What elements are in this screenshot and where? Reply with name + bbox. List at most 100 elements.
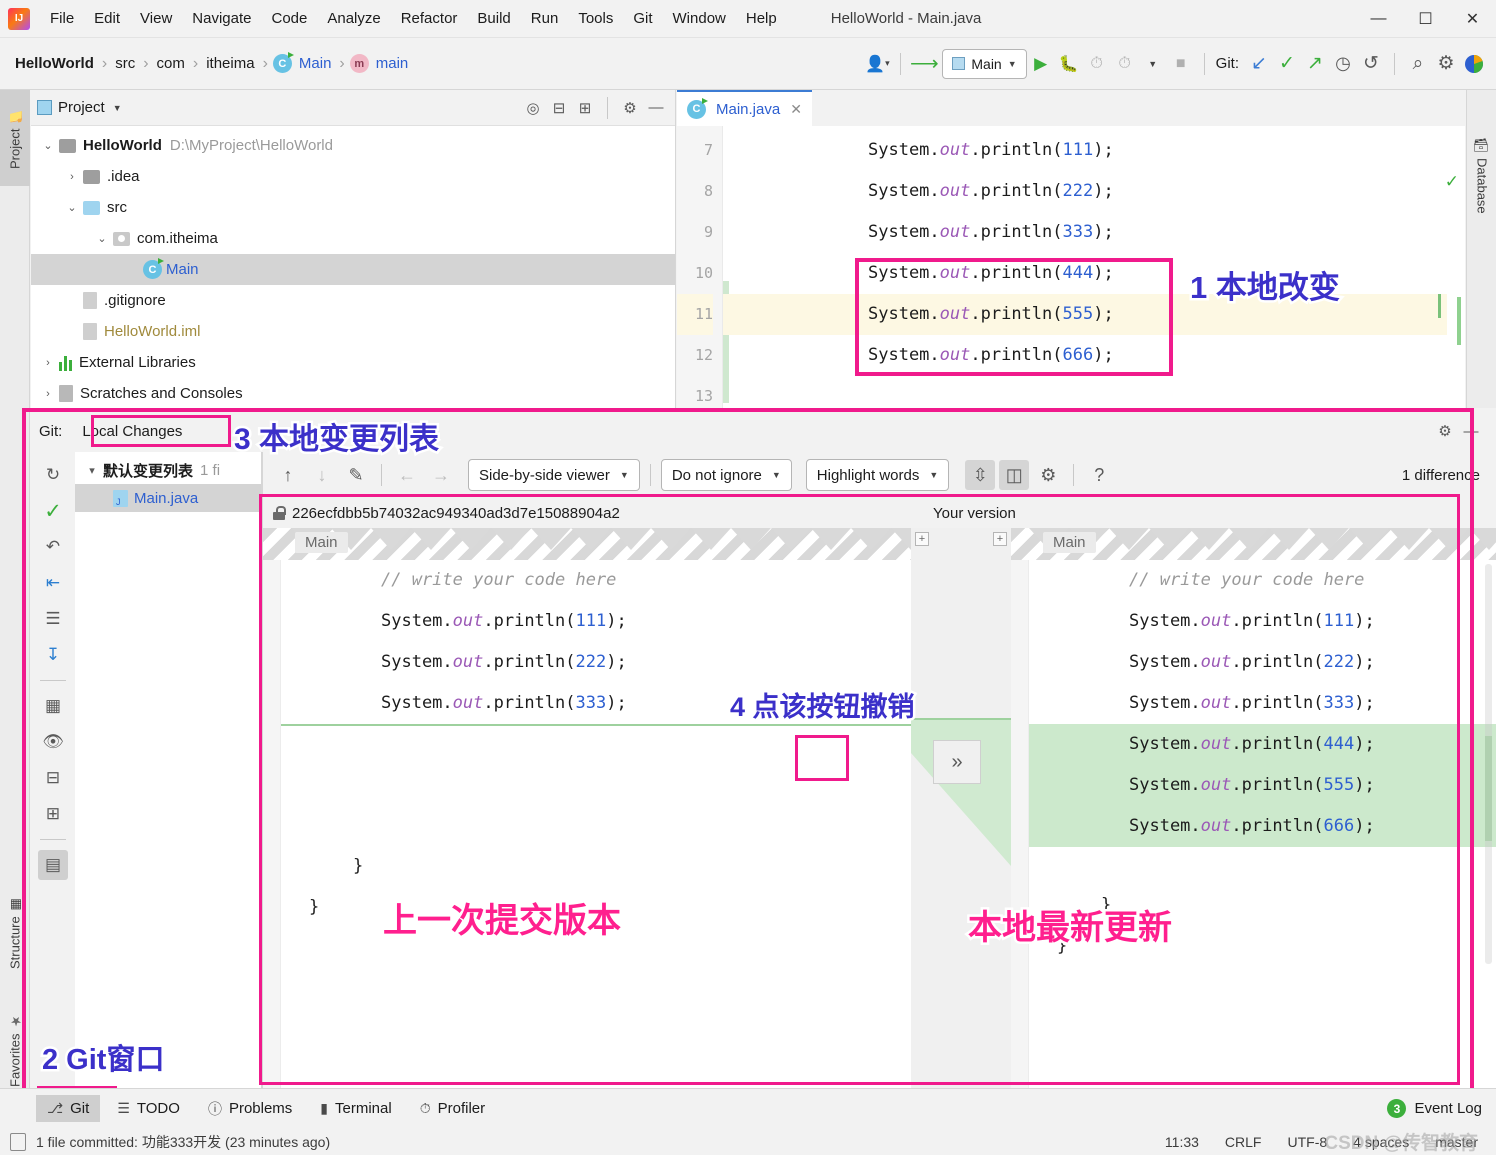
stop-button[interactable]: ■ [1167,50,1195,78]
run-configuration-selector[interactable]: Main ▼ [942,48,1027,79]
help-icon[interactable]: ? [1084,460,1114,490]
bottom-tab-profiler[interactable]: ⏱ Profiler [409,1095,496,1122]
select-opened-file-icon[interactable]: ◎ [520,95,546,121]
accept-change-button[interactable]: » [933,740,981,784]
chevron-icon[interactable]: ⌄ [37,139,59,152]
git-update-icon[interactable]: ↙ [1245,50,1273,78]
status-encoding[interactable]: UTF-8 [1287,1134,1327,1150]
group-by-icon[interactable]: ▦ [38,691,68,721]
diff-pane-right[interactable]: ✓ Main // write your code here Syste [1011,528,1496,1088]
minimize-button[interactable]: — [1355,0,1402,38]
bottom-tab-todo[interactable]: ☰ TODO [106,1095,191,1122]
chevron-icon[interactable]: › [37,357,59,369]
tree-node-main-class[interactable]: C Main [31,254,675,285]
tree-node-helloworld[interactable]: ⌄ HelloWorld D:\MyProject\HelloWorld [31,130,675,161]
close-button[interactable]: ✕ [1449,0,1496,38]
next-difference-icon[interactable]: ↓ [307,460,337,490]
tab-main-java[interactable]: C Main.java ✕ [677,90,812,126]
status-branch[interactable]: master [1435,1134,1478,1150]
breadcrumb-src[interactable]: src [112,55,138,72]
expand-fold-left-icon[interactable]: + [915,532,929,546]
edit-source-icon[interactable]: ✎ [341,460,371,490]
chevron-icon[interactable]: › [61,171,83,183]
gear-icon[interactable]: ⚙ [1432,418,1458,444]
git-commit-icon[interactable]: ✓ [1273,50,1301,78]
build-icon[interactable]: ⟶ [910,50,939,78]
commit-check-icon[interactable]: ✓ [38,496,68,526]
highlight-mode-dropdown[interactable]: Highlight words ▼ [805,459,950,491]
expand-all-icon[interactable]: ⊟ [546,95,572,121]
git-history-icon[interactable]: ◷ [1329,50,1357,78]
tab-local-changes[interactable]: Local Changes [72,419,193,443]
bottom-tab-terminal[interactable]: ▮ Terminal [309,1095,402,1122]
tree-node-package[interactable]: ⌄ com.itheima [31,223,675,254]
refresh-icon[interactable]: ↻ [38,460,68,490]
search-icon[interactable]: ⌕ [1404,50,1432,78]
download-icon[interactable]: ↧ [38,640,68,670]
git-rollback-icon[interactable]: ↺ [1357,50,1385,78]
menu-refactor[interactable]: Refactor [391,7,468,30]
editor-body[interactable]: 7 8 9 10 11 12 13 System.out.println(111… [677,126,1465,444]
hide-panel-icon[interactable]: — [1458,418,1484,444]
editor-gutter[interactable]: 7 8 9 10 11 12 13 [677,126,723,408]
shelve-icon[interactable]: ⇤ [38,568,68,598]
chevron-down-icon[interactable]: ▼ [113,103,122,113]
folded-region-right[interactable]: Main [1011,528,1496,560]
menu-view[interactable]: View [130,7,182,30]
profile-icon[interactable]: ⏱ [1111,50,1139,78]
tree-node-idea[interactable]: › .idea [31,161,675,192]
expand-fold-right-icon[interactable]: + [993,532,1007,546]
tree-node-scratches[interactable]: › Scratches and Consoles [31,378,675,409]
bottom-tab-problems[interactable]: ⓘ Problems [197,1094,303,1124]
tree-node-gitignore[interactable]: .gitignore [31,285,675,316]
diff-center-gutter[interactable]: + + » [911,528,1011,1088]
rollback-icon[interactable]: ↶ [38,532,68,562]
layout-icon[interactable]: ▤ [38,850,68,880]
bottom-tab-git[interactable]: ⎇ Git [36,1095,101,1122]
comment-icon[interactable]: ☰ [38,604,68,634]
viewer-mode-dropdown[interactable]: Side-by-side viewer ▼ [468,459,640,491]
menu-build[interactable]: Build [467,7,520,30]
hide-panel-icon[interactable]: — [643,95,669,121]
git-push-icon[interactable]: ↗ [1301,50,1329,78]
sidebar-item-structure[interactable]: Structure ▦ [0,878,30,988]
collapse-all-icon[interactable]: ⊞ [572,95,598,121]
menu-code[interactable]: Code [261,7,317,30]
gear-icon[interactable]: ⚙ [617,95,643,121]
scrollbar-thumb[interactable] [1485,564,1492,964]
status-indent[interactable]: 4 spaces [1353,1134,1409,1150]
accept-left-icon[interactable]: ← [392,460,422,490]
folded-region-left[interactable]: Main [263,528,911,560]
chevron-down-icon[interactable]: ▾ [81,464,103,477]
chevron-icon[interactable]: ⌄ [61,201,83,214]
preview-eye-icon[interactable]: 👁 [38,727,68,757]
menu-git[interactable]: Git [623,7,662,30]
tree-node-iml[interactable]: HelloWorld.iml [31,316,675,347]
user-icon[interactable]: 👤 ▾ [863,50,891,78]
close-icon[interactable]: ✕ [790,101,802,118]
menu-navigate[interactable]: Navigate [182,7,261,30]
maximize-button[interactable]: ☐ [1402,0,1449,38]
sidebar-item-project[interactable]: Project 📁 [0,90,30,186]
breadcrumb-helloworld[interactable]: HelloWorld [12,55,97,72]
breadcrumb-main-method[interactable]: main [373,55,412,72]
breadcrumb-itheima[interactable]: itheima [203,55,257,72]
status-line-separator[interactable]: CRLF [1225,1134,1262,1150]
tree-node-src[interactable]: ⌄ src [31,192,675,223]
menu-help[interactable]: Help [736,7,787,30]
diff-pane-left[interactable]: ✓ Main // write your code here Syste [263,528,911,1088]
debug-icon[interactable]: 🐛 [1055,50,1083,78]
menu-run[interactable]: Run [521,7,569,30]
menu-tools[interactable]: Tools [568,7,623,30]
scrollbar-thumb[interactable] [1457,297,1461,345]
collapse-unchanged-icon[interactable]: ⇳ [965,460,996,490]
changelist-file-row[interactable]: Main.java [75,484,261,512]
changelist-group-row[interactable]: ▾ 默认变更列表 1 fi [75,456,261,484]
menu-window[interactable]: Window [663,7,736,30]
whitespace-icon[interactable]: ◫ [999,460,1030,490]
collapse-all-icon[interactable]: ⊞ [38,799,68,829]
ignore-mode-dropdown[interactable]: Do not ignore ▼ [660,459,792,491]
accept-right-icon[interactable]: → [426,460,456,490]
menu-file[interactable]: File [40,7,84,30]
sidebar-item-database[interactable]: 🗃 Database [1467,90,1496,260]
